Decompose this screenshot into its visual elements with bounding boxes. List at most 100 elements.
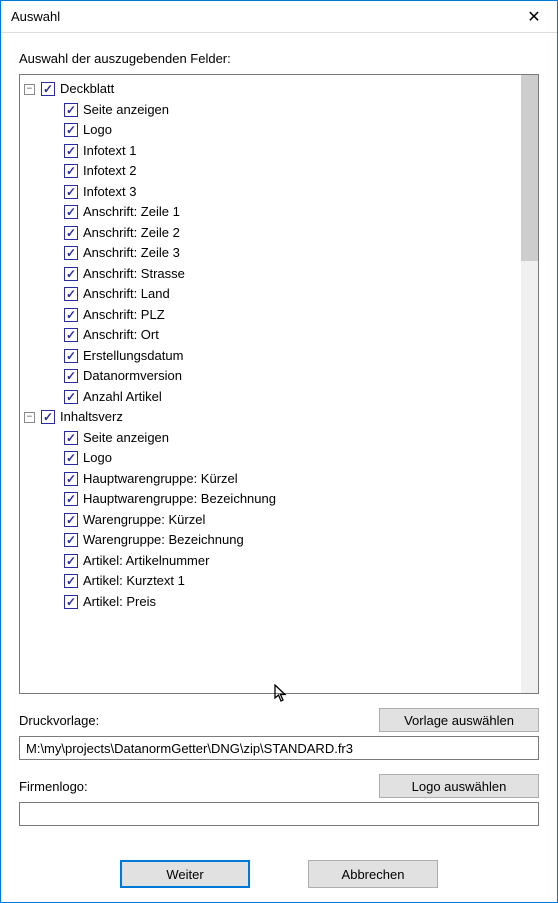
tree-item: Artikel: Kurztext 1 bbox=[24, 571, 521, 592]
fields-tree[interactable]: −DeckblattSeite anzeigenLogoInfotext 1In… bbox=[20, 75, 521, 693]
tree-item: Infotext 3 bbox=[24, 182, 521, 203]
logo-label: Firmenlogo: bbox=[19, 779, 369, 794]
template-row: Druckvorlage: Vorlage auswählen bbox=[19, 708, 539, 732]
item-checkbox[interactable] bbox=[64, 144, 78, 158]
expand-collapse-icon[interactable]: − bbox=[24, 412, 35, 423]
item-checkbox[interactable] bbox=[64, 287, 78, 301]
item-label[interactable]: Logo bbox=[83, 448, 112, 469]
tree-group: − Deckblatt bbox=[24, 79, 521, 100]
tree-item: Logo bbox=[24, 448, 521, 469]
item-label[interactable]: Warengruppe: Kürzel bbox=[83, 510, 205, 531]
item-checkbox[interactable] bbox=[64, 349, 78, 363]
footer-buttons: Weiter Abbrechen bbox=[19, 860, 539, 888]
tree-item: Anschrift: Ort bbox=[24, 325, 521, 346]
tree-item: Artikel: Preis bbox=[24, 592, 521, 613]
item-checkbox[interactable] bbox=[64, 513, 78, 527]
item-checkbox[interactable] bbox=[64, 492, 78, 506]
item-label[interactable]: Artikel: Kurztext 1 bbox=[83, 571, 185, 592]
continue-button[interactable]: Weiter bbox=[120, 860, 250, 888]
item-checkbox[interactable] bbox=[64, 123, 78, 137]
item-label[interactable]: Infotext 1 bbox=[83, 141, 136, 162]
item-checkbox[interactable] bbox=[64, 369, 78, 383]
tree-item: Erstellungsdatum bbox=[24, 346, 521, 367]
item-label[interactable]: Datanormversion bbox=[83, 366, 182, 387]
scrollbar-thumb[interactable] bbox=[521, 75, 538, 261]
window-title: Auswahl bbox=[11, 9, 511, 24]
item-label[interactable]: Infotext 2 bbox=[83, 161, 136, 182]
item-label[interactable]: Erstellungsdatum bbox=[83, 346, 183, 367]
item-label[interactable]: Hauptwarengruppe: Bezeichnung bbox=[83, 489, 276, 510]
item-checkbox[interactable] bbox=[64, 246, 78, 260]
tree-item: Anschrift: PLZ bbox=[24, 305, 521, 326]
expand-collapse-icon[interactable]: − bbox=[24, 84, 35, 95]
item-label[interactable]: Anschrift: Zeile 1 bbox=[83, 202, 180, 223]
tree-item: Hauptwarengruppe: Bezeichnung bbox=[24, 489, 521, 510]
template-label: Druckvorlage: bbox=[19, 713, 369, 728]
item-checkbox[interactable] bbox=[64, 431, 78, 445]
item-label[interactable]: Anschrift: Zeile 3 bbox=[83, 243, 180, 264]
item-checkbox[interactable] bbox=[64, 574, 78, 588]
tree-item: Anschrift: Land bbox=[24, 284, 521, 305]
cancel-button[interactable]: Abbrechen bbox=[308, 860, 438, 888]
item-checkbox[interactable] bbox=[64, 328, 78, 342]
tree-item: Infotext 1 bbox=[24, 141, 521, 162]
tree-item: Anschrift: Strasse bbox=[24, 264, 521, 285]
tree-item: Datanormversion bbox=[24, 366, 521, 387]
item-label[interactable]: Logo bbox=[83, 120, 112, 141]
item-checkbox[interactable] bbox=[64, 267, 78, 281]
logo-path-input[interactable] bbox=[19, 802, 539, 826]
group-checkbox[interactable] bbox=[41, 82, 55, 96]
item-label[interactable]: Hauptwarengruppe: Kürzel bbox=[83, 469, 238, 490]
template-path-input[interactable] bbox=[19, 736, 539, 760]
tree-item: Anschrift: Zeile 2 bbox=[24, 223, 521, 244]
item-label[interactable]: Anschrift: Zeile 2 bbox=[83, 223, 180, 244]
item-checkbox[interactable] bbox=[64, 308, 78, 322]
item-checkbox[interactable] bbox=[64, 472, 78, 486]
close-button[interactable]: ✕ bbox=[511, 1, 557, 33]
item-checkbox[interactable] bbox=[64, 103, 78, 117]
item-label[interactable]: Seite anzeigen bbox=[83, 100, 169, 121]
item-checkbox[interactable] bbox=[64, 390, 78, 404]
tree-item: Infotext 2 bbox=[24, 161, 521, 182]
tree-item: Warengruppe: Kürzel bbox=[24, 510, 521, 531]
item-checkbox[interactable] bbox=[64, 554, 78, 568]
choose-logo-button[interactable]: Logo auswählen bbox=[379, 774, 539, 798]
item-label[interactable]: Seite anzeigen bbox=[83, 428, 169, 449]
tree-scrollbar[interactable] bbox=[521, 75, 538, 693]
tree-item: Artikel: Artikelnummer bbox=[24, 551, 521, 572]
item-label[interactable]: Artikel: Artikelnummer bbox=[83, 551, 209, 572]
tree-item: Anzahl Artikel bbox=[24, 387, 521, 408]
item-label[interactable]: Anzahl Artikel bbox=[83, 387, 162, 408]
item-checkbox[interactable] bbox=[64, 205, 78, 219]
item-label[interactable]: Warengruppe: Bezeichnung bbox=[83, 530, 244, 551]
item-checkbox[interactable] bbox=[64, 185, 78, 199]
tree-group: − Inhaltsverz bbox=[24, 407, 521, 428]
fields-label: Auswahl der auszugebenden Felder: bbox=[19, 51, 539, 66]
choose-template-button[interactable]: Vorlage auswählen bbox=[379, 708, 539, 732]
close-icon: ✕ bbox=[527, 7, 540, 27]
item-checkbox[interactable] bbox=[64, 451, 78, 465]
item-checkbox[interactable] bbox=[64, 595, 78, 609]
tree-item: Hauptwarengruppe: Kürzel bbox=[24, 469, 521, 490]
item-label[interactable]: Anschrift: Strasse bbox=[83, 264, 185, 285]
titlebar: Auswahl ✕ bbox=[1, 1, 557, 33]
item-checkbox[interactable] bbox=[64, 226, 78, 240]
item-label[interactable]: Artikel: Preis bbox=[83, 592, 156, 613]
tree-item: Anschrift: Zeile 1 bbox=[24, 202, 521, 223]
group-label[interactable]: Inhaltsverz bbox=[60, 407, 123, 428]
tree-item: Anschrift: Zeile 3 bbox=[24, 243, 521, 264]
item-checkbox[interactable] bbox=[64, 533, 78, 547]
item-label[interactable]: Anschrift: PLZ bbox=[83, 305, 165, 326]
item-label[interactable]: Anschrift: Ort bbox=[83, 325, 159, 346]
item-checkbox[interactable] bbox=[64, 164, 78, 178]
group-checkbox[interactable] bbox=[41, 410, 55, 424]
tree-item: Warengruppe: Bezeichnung bbox=[24, 530, 521, 551]
item-label[interactable]: Infotext 3 bbox=[83, 182, 136, 203]
dialog-content: Auswahl der auszugebenden Felder: − Deckb… bbox=[1, 33, 557, 902]
item-label[interactable]: Anschrift: Land bbox=[83, 284, 170, 305]
tree-item: Logo bbox=[24, 120, 521, 141]
tree-item: Seite anzeigen bbox=[24, 100, 521, 121]
group-label[interactable]: Deckblatt bbox=[60, 79, 114, 100]
tree-item: Seite anzeigen bbox=[24, 428, 521, 449]
fields-tree-box: −DeckblattSeite anzeigenLogoInfotext 1In… bbox=[19, 74, 539, 694]
